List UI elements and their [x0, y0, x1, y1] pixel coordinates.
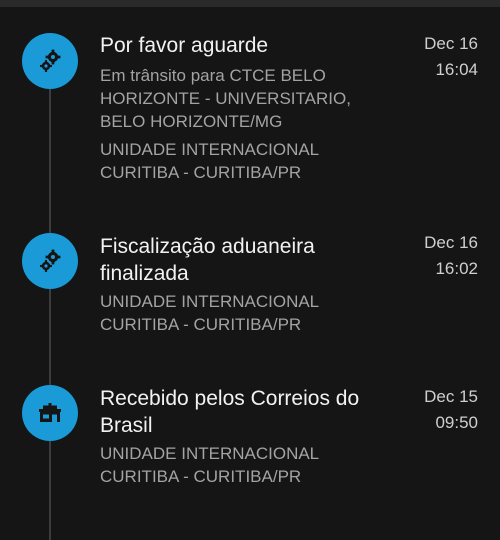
event-location-line: CURITIBA - CURITIBA/PR [100, 467, 302, 486]
event-title: Fiscalização aduaneira finalizada [100, 233, 390, 287]
event-date: Dec 15 [424, 387, 478, 406]
gears-icon [22, 33, 78, 89]
top-edge-bar [0, 0, 500, 7]
event-location-line: UNIDADE INTERNACIONAL [100, 444, 320, 463]
event-datetime: Dec 15 09:50 [388, 384, 478, 436]
event-location: UNIDADE INTERNACIONAL CURITIBA - CURITIB… [100, 442, 400, 488]
event-location-line: UNIDADE INTERNACIONAL [100, 140, 320, 159]
event-title-line: Fiscalização aduaneira [100, 235, 315, 258]
event-time: 16:04 [435, 60, 478, 79]
event-detail-line: BELO HORIZONTE/MG [100, 112, 283, 131]
event-title-line: finalizada [100, 262, 189, 285]
event-location: UNIDADE INTERNACIONAL CURITIBA - CURITIB… [100, 138, 400, 184]
tracking-event: Recebido pelos Correios do Brasil UNIDAD… [0, 385, 500, 495]
event-date: Dec 16 [424, 34, 478, 53]
event-datetime: Dec 16 16:02 [388, 230, 478, 282]
event-datetime: Dec 16 16:04 [388, 31, 478, 83]
event-detail-line: HORIZONTE - UNIVERSITARIO, [100, 89, 351, 108]
event-location: UNIDADE INTERNACIONAL CURITIBA - CURITIB… [100, 290, 400, 336]
event-location-line: CURITIBA - CURITIBA/PR [100, 315, 302, 334]
event-location-line: CURITIBA - CURITIBA/PR [100, 163, 302, 182]
tracking-event: Por favor aguarde Em trânsito para CTCE … [0, 33, 500, 203]
tracking-event: Fiscalização aduaneira finalizada UNIDAD… [0, 233, 500, 343]
event-location-line: UNIDADE INTERNACIONAL [100, 292, 320, 311]
event-detail: Em trânsito para CTCE BELO HORIZONTE - U… [100, 64, 400, 133]
event-title-line: Brasil [100, 414, 153, 437]
event-title: Por favor aguarde [100, 34, 269, 57]
event-time: 16:02 [435, 259, 478, 278]
event-date: Dec 16 [424, 233, 478, 252]
post-office-icon [22, 385, 78, 441]
event-title-line: Recebido pelos Correios do [100, 387, 360, 410]
event-time: 09:50 [435, 413, 478, 432]
gears-icon [22, 233, 78, 289]
event-title: Recebido pelos Correios do Brasil [100, 385, 390, 439]
event-detail-line: Em trânsito para CTCE BELO [100, 66, 326, 85]
